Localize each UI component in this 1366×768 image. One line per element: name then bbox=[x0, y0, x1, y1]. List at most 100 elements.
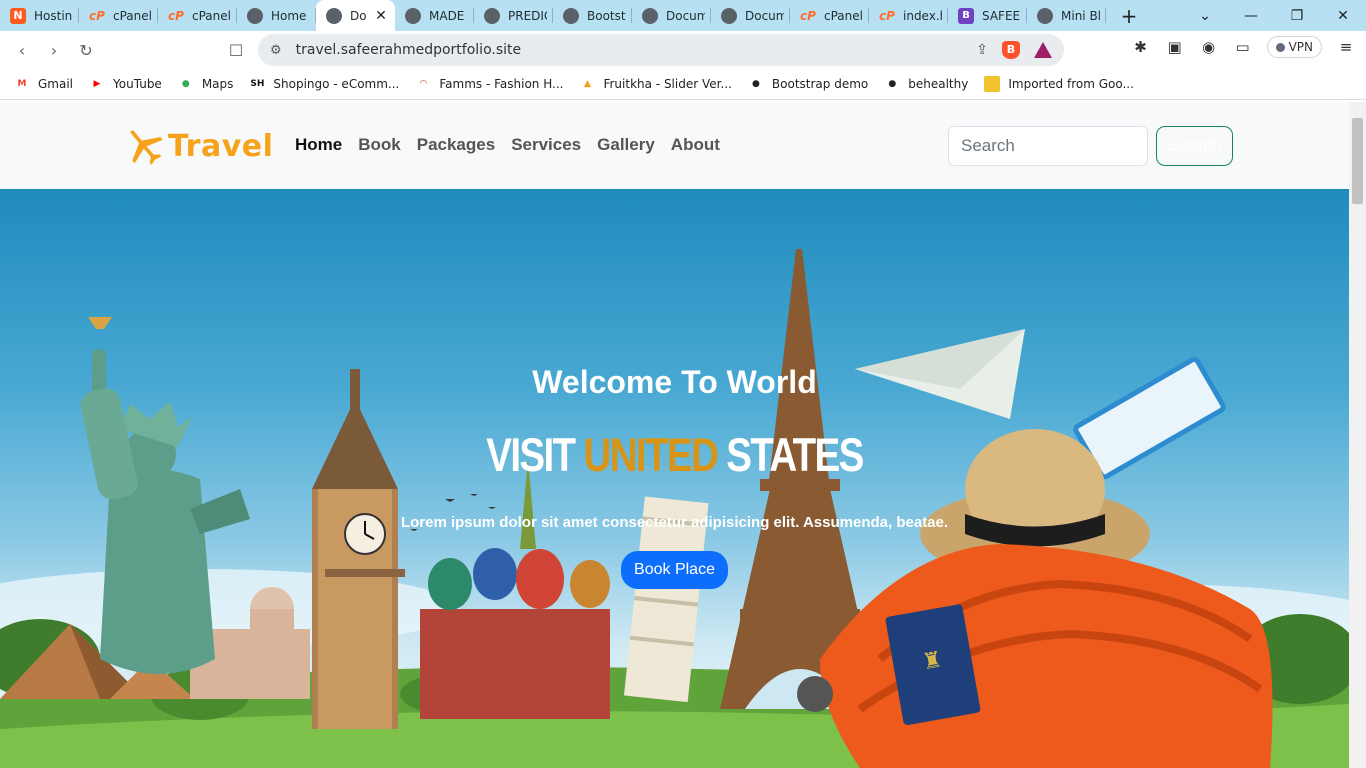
tab-label: index.ht bbox=[903, 8, 942, 23]
forward-button[interactable]: › bbox=[38, 41, 70, 60]
tab-label: Home bbox=[271, 8, 307, 23]
hero-subtitle: Lorem ipsum dolor sit amet consectetur a… bbox=[400, 514, 949, 531]
tab-label: Do bbox=[350, 8, 367, 23]
browser-tab[interactable]: Mini Blo bbox=[1027, 0, 1106, 31]
restore-button[interactable]: ❐ bbox=[1274, 8, 1320, 24]
nav-link-about[interactable]: About bbox=[671, 135, 720, 155]
browser-tab-strip: N Hosting cP cPanel - cP cPanel - Home Do ✕ MADE … bbox=[0, 0, 1366, 31]
wallet-icon[interactable]: ▭ bbox=[1233, 38, 1253, 56]
st-basils-cathedral bbox=[420, 459, 610, 719]
browser-toolbar: ‹ › ↻ ☐ ⚙ travel.safeerahmedportfolio.si… bbox=[0, 31, 1366, 69]
close-tab-icon[interactable]: ✕ bbox=[373, 8, 389, 24]
page-scrollbar[interactable] bbox=[1349, 102, 1366, 768]
tab-search-icon[interactable]: ⌄ bbox=[1182, 8, 1228, 24]
globe-icon bbox=[247, 7, 263, 24]
browser-tab[interactable]: Do ✕ bbox=[316, 0, 395, 31]
browser-tab[interactable]: Home bbox=[237, 0, 316, 31]
tab-label: Docum bbox=[666, 8, 705, 23]
toolbar-right: ✱ ▣ ◉ ▭ VPN ≡ bbox=[1131, 36, 1356, 58]
brave-shields-icon[interactable]: B bbox=[1002, 41, 1020, 59]
browser-tab[interactable]: cP cPanel - bbox=[79, 0, 158, 31]
back-button[interactable]: ‹ bbox=[6, 41, 38, 60]
browser-tab[interactable]: Docum bbox=[711, 0, 790, 31]
tab-label: Mini Blo bbox=[1061, 8, 1100, 23]
window-controls: ⌄ — ❐ ✕ bbox=[1182, 8, 1366, 24]
search-input[interactable] bbox=[948, 126, 1148, 166]
suitcase bbox=[797, 544, 1273, 768]
address-bar[interactable]: ⚙ travel.safeerahmedportfolio.site ⇪ B bbox=[258, 34, 1064, 66]
nav-link-book[interactable]: Book bbox=[358, 135, 401, 155]
globe-icon bbox=[484, 7, 500, 24]
browser-tab[interactable]: PREDIC bbox=[474, 0, 553, 31]
bookmark-item[interactable]: ▲ Fruitkha - Slider Ver... bbox=[579, 76, 732, 92]
tab-label: cPanel F bbox=[824, 8, 863, 23]
nav-link-home[interactable]: Home bbox=[295, 135, 342, 155]
tab-label: Hosting bbox=[34, 8, 73, 23]
site-info-icon[interactable]: ⚙ bbox=[270, 43, 282, 58]
bookmark-item[interactable]: ● Maps bbox=[178, 76, 234, 92]
bookmark-favicon-icon: ▶ bbox=[93, 79, 101, 89]
globe-icon bbox=[563, 7, 579, 24]
bookmark-item[interactable]: SH Shopingo - eComm... bbox=[249, 76, 399, 92]
close-window-button[interactable]: ✕ bbox=[1320, 8, 1366, 24]
leo-ai-icon[interactable]: ◉ bbox=[1199, 38, 1219, 56]
bookmark-item[interactable]: M Gmail bbox=[14, 76, 74, 92]
browser-tab[interactable]: cP cPanel F bbox=[790, 0, 869, 31]
airplane-icon bbox=[130, 130, 163, 165]
nav-link-gallery[interactable]: Gallery bbox=[597, 135, 655, 155]
bookmark-item[interactable]: Imported from Goo... bbox=[984, 76, 1134, 92]
browser-tab[interactable]: cP index.ht bbox=[869, 0, 948, 31]
browser-tab[interactable]: cP cPanel - bbox=[158, 0, 237, 31]
bookmark-favicon-icon: ● bbox=[751, 79, 760, 89]
bookmark-label: Bootstrap demo bbox=[771, 77, 869, 91]
logo-text: Travel bbox=[168, 128, 274, 164]
tab-label: cPanel - bbox=[113, 8, 152, 23]
brave-rewards-icon[interactable] bbox=[1034, 42, 1052, 58]
bootstrap-icon: B bbox=[958, 7, 974, 24]
url-text[interactable]: travel.safeerahmedportfolio.site bbox=[296, 42, 521, 58]
site-navbar: Travel Home Book Packages Services Gallery Ab… bbox=[0, 102, 1349, 189]
menu-icon[interactable]: ≡ bbox=[1336, 38, 1356, 56]
hero-headline: VISIT UNITED STATES bbox=[121, 427, 1227, 482]
cpanel-icon: cP bbox=[800, 8, 816, 23]
nav-link-packages[interactable]: Packages bbox=[417, 135, 495, 155]
bookmark-favicon-icon: ● bbox=[888, 79, 897, 89]
headline-part-2: UNITED bbox=[583, 428, 719, 481]
hero-section: ♜ Welcome To World VISIT UNITED STATES L… bbox=[0, 189, 1349, 768]
cpanel-icon: cP bbox=[89, 8, 105, 23]
site-logo[interactable]: Travel bbox=[122, 124, 273, 168]
globe-icon bbox=[1037, 7, 1053, 24]
bookmark-favicon-icon: ◠ bbox=[419, 79, 427, 89]
nav-link-services[interactable]: Services bbox=[511, 135, 581, 155]
minimize-button[interactable]: — bbox=[1228, 8, 1274, 24]
bookmark-icon[interactable]: ☐ bbox=[220, 41, 252, 60]
bookmark-item[interactable]: ● behealthy bbox=[884, 76, 968, 92]
bookmarks-bar: M Gmail ▶ YouTube ● Maps SH Shopingo - eComm...… bbox=[0, 69, 1366, 100]
globe-icon bbox=[405, 7, 421, 24]
reload-button[interactable]: ↻ bbox=[70, 41, 102, 60]
browser-tab[interactable]: N Hosting bbox=[0, 0, 79, 31]
globe-icon bbox=[326, 7, 342, 24]
bookmark-item[interactable]: ● Bootstrap demo bbox=[748, 76, 868, 92]
bookmark-item[interactable]: ▶ YouTube bbox=[89, 76, 162, 92]
scrollbar-thumb[interactable] bbox=[1352, 118, 1363, 204]
bookmark-favicon-icon: ▲ bbox=[584, 79, 591, 89]
share-icon[interactable]: ⇪ bbox=[976, 42, 988, 58]
browser-tab[interactable]: B SAFEER bbox=[948, 0, 1027, 31]
bookmark-favicon-icon: SH bbox=[250, 79, 265, 89]
bookmark-label: Famms - Fashion H... bbox=[439, 77, 564, 91]
vpn-button[interactable]: VPN bbox=[1266, 36, 1322, 58]
sidebar-icon[interactable]: ▣ bbox=[1165, 38, 1185, 56]
browser-tab[interactable]: Docum bbox=[632, 0, 711, 31]
bookmark-favicon-icon: ● bbox=[181, 79, 190, 89]
search-button[interactable]: Search bbox=[1156, 126, 1233, 166]
globe-icon bbox=[721, 7, 737, 24]
book-place-button[interactable]: Book Place bbox=[621, 551, 728, 589]
browser-tab[interactable]: MADE B bbox=[395, 0, 474, 31]
new-tab-button[interactable]: + bbox=[1114, 4, 1144, 28]
cpanel-icon: cP bbox=[879, 8, 895, 23]
main-menu: Home Book Packages Services Gallery About bbox=[295, 135, 720, 155]
extensions-icon[interactable]: ✱ bbox=[1131, 38, 1151, 56]
browser-tab[interactable]: Bootstra bbox=[553, 0, 632, 31]
bookmark-item[interactable]: ◠ Famms - Fashion H... bbox=[415, 76, 564, 92]
